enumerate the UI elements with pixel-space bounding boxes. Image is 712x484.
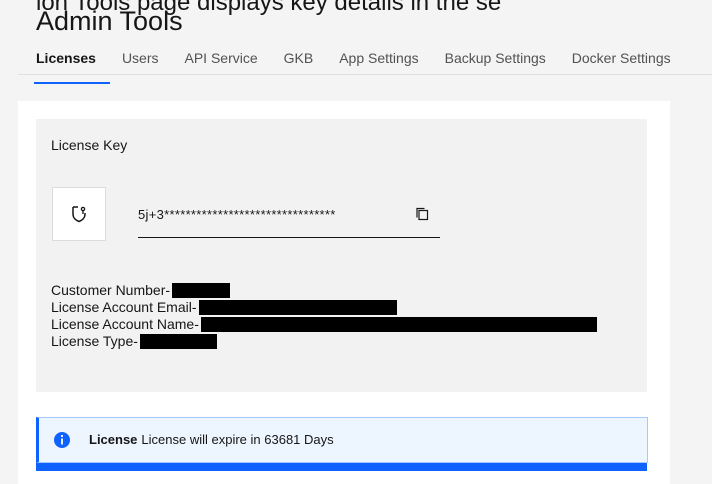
license-key-value: 5j+3********************************: [138, 207, 336, 222]
tab-api-service[interactable]: API Service: [185, 50, 258, 72]
tabs-divider: [18, 74, 712, 75]
tab-app-settings[interactable]: App Settings: [339, 50, 418, 72]
redacted-customer-number: [172, 283, 231, 298]
license-key-field[interactable]: 5j+3********************************: [138, 207, 440, 238]
redacted-license-type: [139, 334, 217, 349]
account-email-label: License Account Email-: [51, 299, 197, 315]
account-name-row: License Account Name-: [51, 316, 597, 333]
license-type-label: License Type-: [51, 333, 138, 349]
redacted-account-email: [198, 300, 397, 315]
account-email-row: License Account Email-: [51, 299, 597, 316]
tab-backup-settings[interactable]: Backup Settings: [445, 50, 546, 72]
tab-gkb[interactable]: GKB: [284, 50, 314, 72]
account-name-label: License Account Name-: [51, 316, 199, 332]
copy-icon[interactable]: [415, 207, 429, 221]
license-details: Customer Number- License Account Email- …: [51, 282, 597, 350]
license-key-icon-tile: [52, 187, 106, 241]
tab-docker-settings[interactable]: Docker Settings: [572, 50, 671, 72]
license-key-panel: License Key 5j+3************************…: [36, 119, 647, 392]
license-type-row: License Type-: [51, 333, 597, 350]
tab-licenses[interactable]: Licenses: [34, 50, 110, 84]
notification-progress-bar: [36, 463, 647, 471]
shield-key-icon: [72, 206, 86, 223]
notification-message: License will expire in 63681 Days: [141, 432, 334, 447]
license-key-heading: License Key: [51, 137, 128, 153]
license-expiry-notification: License License will expire in 63681 Days: [36, 417, 648, 463]
notification-text: License License will expire in 63681 Days: [89, 432, 334, 447]
info-icon: [54, 432, 70, 448]
notification-title: License: [89, 432, 138, 447]
customer-number-row: Customer Number-: [51, 282, 597, 299]
customer-number-label: Customer Number-: [51, 282, 171, 298]
redacted-account-name: [200, 317, 597, 332]
tab-users[interactable]: Users: [122, 50, 159, 72]
admin-tabs: Licenses Users API Service GKB App Setti…: [34, 50, 697, 84]
page-title: Admin Tools: [36, 6, 183, 36]
